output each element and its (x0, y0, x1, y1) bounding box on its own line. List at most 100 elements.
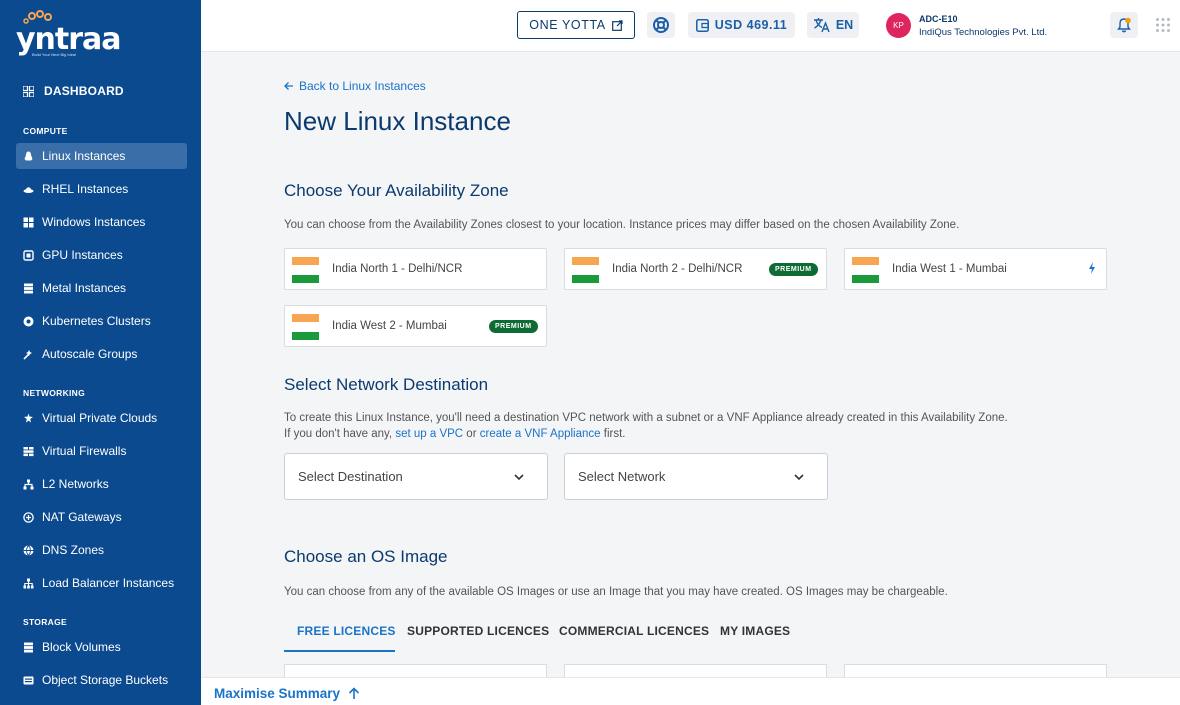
network-text: or (466, 428, 477, 440)
back-link[interactable]: Back to Linux Instances (284, 79, 426, 93)
sidebar-item-label: Metal Instances (42, 281, 127, 295)
wallet-balance: USD 469.11 (714, 18, 788, 32)
language-label: EN (835, 18, 854, 32)
sidebar-item-autoscale-groups[interactable]: Autoscale Groups (16, 341, 187, 367)
maximise-summary-button[interactable]: Maximise Summary (214, 686, 360, 701)
server-icon (24, 283, 33, 293)
network-description-line2: If you don't have any, set up a VPC or c… (284, 426, 1008, 442)
zone-name: India West 2 - Mumbai (332, 320, 447, 332)
sidebar-item-load-balancer-instances[interactable]: Load Balancer Instances (16, 570, 187, 596)
india-flag-icon (292, 257, 319, 283)
tab-my-images[interactable]: MY IMAGES (720, 624, 790, 638)
arrow-up-icon (348, 687, 360, 699)
os-section-heading: Choose an OS Image (284, 547, 448, 566)
linux-icon (24, 151, 33, 160)
tab-supported-licences[interactable]: SUPPORTED LICENCES (407, 624, 549, 638)
zone-section-heading: Choose Your Availability Zone (284, 181, 509, 200)
dashboard-icon (23, 85, 34, 97)
sidebar-item-linux-instances[interactable]: Linux Instances (16, 143, 187, 169)
notifications-button[interactable] (1110, 12, 1138, 38)
maximise-summary-label: Maximise Summary (214, 686, 341, 701)
chevron-down-icon (794, 474, 804, 481)
premium-badge: PREMIUM (489, 320, 538, 333)
sidebar: yntraa Build Your Next Big Idea! DASHBOA… (0, 0, 201, 705)
one-yotta-button[interactable]: ONE YOTTA (517, 11, 635, 39)
gateway-icon (23, 511, 34, 523)
network-select[interactable]: Select Network (564, 453, 828, 500)
zone-name: India North 1 - Delhi/NCR (332, 263, 463, 275)
sidebar-item-block-volumes[interactable]: Block Volumes (16, 634, 187, 660)
sidebar-item-windows-instances[interactable]: Windows Instances (16, 209, 187, 235)
section-label-compute: COMPUTE (23, 126, 68, 136)
kubernetes-icon (23, 316, 34, 326)
sidebar-item-label: DASHBOARD (44, 84, 124, 98)
network-text: first. (603, 428, 626, 440)
sidebar-item-label: Windows Instances (42, 215, 146, 229)
sidebar-item-virtual-private-clouds[interactable]: Virtual Private Clouds (16, 405, 187, 431)
account-id[interactable]: ADC-E10 (919, 14, 958, 24)
support-button[interactable] (647, 12, 675, 38)
load-balancer-icon (23, 578, 34, 588)
sidebar-item-label: Load Balancer Instances (42, 576, 175, 590)
sidebar-item-object-storage-buckets[interactable]: Object Storage Buckets (16, 667, 187, 693)
network-icon (23, 479, 34, 489)
sidebar-item-label: L2 Networks (42, 477, 109, 491)
sidebar-item-kubernetes-clusters[interactable]: Kubernetes Clusters (16, 308, 187, 334)
sidebar-item-virtual-firewalls[interactable]: Virtual Firewalls (16, 438, 187, 464)
zone-card-india-west-2[interactable]: India West 2 - Mumbai PREMIUM (284, 305, 547, 347)
zone-card-india-north-1[interactable]: India North 1 - Delhi/NCR (284, 248, 547, 290)
cloud-icon (24, 413, 33, 422)
active-tab-indicator (284, 650, 395, 652)
arrow-left-icon (284, 82, 293, 90)
one-yotta-label: ONE YOTTA (529, 18, 606, 32)
sidebar-item-label: Virtual Private Clouds (42, 411, 158, 425)
back-link-label: Back to Linux Instances (299, 79, 426, 93)
bell-icon (1117, 17, 1131, 33)
avatar[interactable]: KP (886, 13, 911, 38)
sidebar-item-dns-zones[interactable]: DNS Zones (16, 537, 187, 563)
network-description-line1: To create this Linux Instance, you'll ne… (284, 412, 1008, 424)
tab-commercial-licences[interactable]: COMMERCIAL LICENCES (559, 624, 709, 638)
setup-vpc-link[interactable]: set up a VPC (395, 428, 463, 440)
india-flag-icon (572, 257, 599, 283)
sidebar-item-label: Autoscale Groups (42, 347, 138, 361)
os-section-description: You can choose from any of the available… (284, 586, 948, 598)
firewall-icon (23, 446, 34, 456)
sidebar-item-label: Object Storage Buckets (42, 673, 169, 687)
sidebar-item-label: Kubernetes Clusters (42, 314, 151, 328)
zone-card-india-north-2[interactable]: India North 2 - Delhi/NCR PREMIUM (564, 248, 827, 290)
sidebar-item-dashboard[interactable]: DASHBOARD (23, 84, 124, 98)
translate-icon (813, 18, 830, 33)
sidebar-item-gpu-instances[interactable]: GPU Instances (16, 242, 187, 268)
premium-badge: PREMIUM (769, 263, 818, 276)
zone-section-description: You can choose from the Availability Zon… (284, 219, 960, 231)
tab-free-licences[interactable]: FREE LICENCES (297, 624, 396, 638)
sidebar-item-label: GPU Instances (42, 248, 123, 262)
india-flag-icon (852, 257, 879, 283)
sidebar-item-label: Virtual Firewalls (42, 444, 127, 458)
sidebar-item-rhel-instances[interactable]: RHEL Instances (16, 176, 187, 202)
account-org: IndiQus Technologies Pvt. Ltd. (919, 27, 1048, 38)
apps-grid-icon[interactable] (1155, 17, 1171, 33)
lifebuoy-icon (653, 17, 669, 33)
bucket-icon (23, 676, 34, 684)
zone-card-india-west-1[interactable]: India West 1 - Mumbai (844, 248, 1107, 290)
sidebar-item-metal-instances[interactable]: Metal Instances (16, 275, 187, 301)
wallet-icon (695, 18, 709, 32)
sidebar-item-l2-networks[interactable]: L2 Networks (16, 471, 187, 497)
lightning-icon (1089, 262, 1095, 274)
top-header: ONE YOTTA USD 469.11 EN KP ADC-E10 IndiQ… (201, 0, 1180, 52)
section-label-networking: NETWORKING (23, 388, 86, 398)
sidebar-item-nat-gateways[interactable]: NAT Gateways (16, 504, 187, 530)
wallet-balance-button[interactable]: USD 469.11 (688, 12, 795, 38)
sidebar-item-label: Linux Instances (42, 149, 126, 163)
autoscale-icon (23, 349, 32, 360)
network-select-placeholder: Select Network (578, 469, 666, 484)
external-link-icon (611, 19, 623, 31)
destination-select[interactable]: Select Destination (284, 453, 548, 500)
page-title: New Linux Instance (284, 106, 511, 136)
create-vnf-link[interactable]: create a VNF Appliance (480, 428, 601, 440)
zone-name: India North 2 - Delhi/NCR (612, 263, 743, 275)
redhat-icon (23, 186, 34, 193)
language-button[interactable]: EN (807, 12, 859, 38)
